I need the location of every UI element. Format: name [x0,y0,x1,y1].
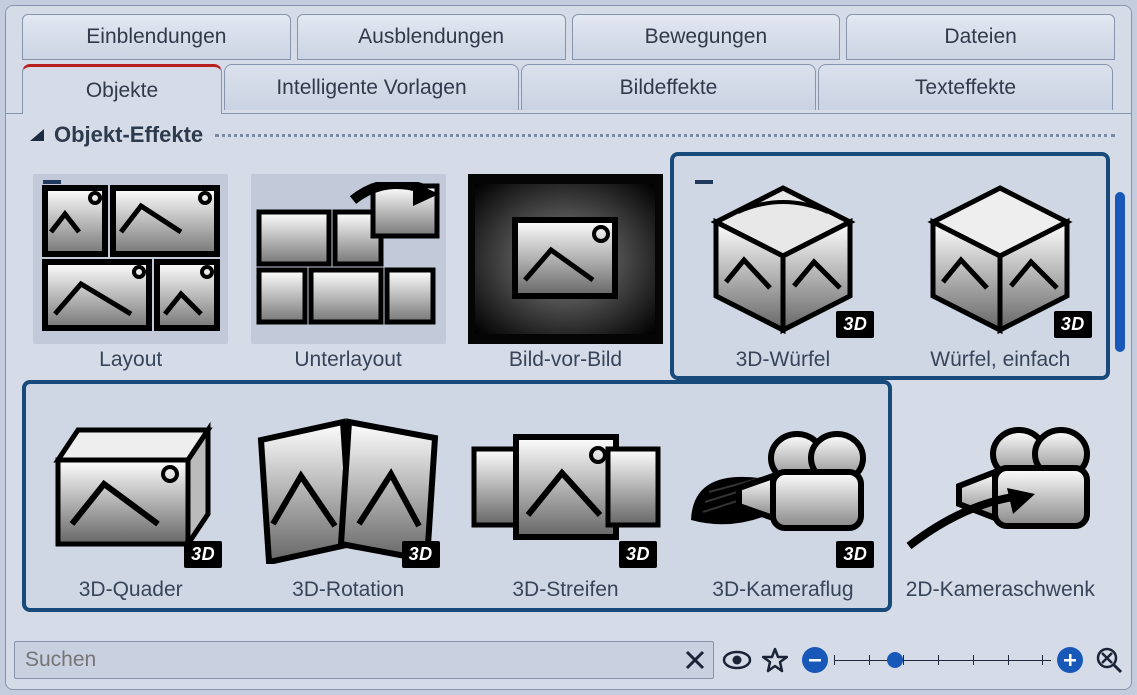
badge-3d: 3D [1054,311,1092,338]
content-area: Layout [6,152,1131,620]
stripes-icon [468,419,663,559]
zoom-control [798,647,1087,673]
effect-label: 3D-Streifen [512,578,618,602]
effect-label: 2D-Kameraschwenk [906,578,1095,602]
tab-objekte[interactable]: Objekte [22,64,222,114]
thumbnail: 3D [685,404,880,574]
effect-label: Würfel, einfach [930,348,1070,372]
tab-label: Intelligente Vorlagen [276,76,466,100]
effect-label: 3D-Rotation [292,578,404,602]
eye-icon[interactable] [722,645,752,675]
search-input[interactable] [25,648,683,672]
scrollbar-thumb[interactable] [1115,192,1125,352]
tab-label: Bildeffekte [620,76,718,100]
tab-label: Objekte [86,79,158,103]
effect-item-unterlayout[interactable]: Unterlayout [239,152,456,378]
pip-icon [475,184,655,334]
tab-label: Dateien [944,25,1016,49]
tab-bewegungen[interactable]: Bewegungen [572,14,841,60]
effect-label: 3D-Würfel [736,348,831,372]
clear-search-icon[interactable] [683,648,707,672]
effect-item-2d-kameraschwenk[interactable]: 2D-Kameraschwenk [892,382,1109,608]
star-icon[interactable] [760,645,790,675]
badge-3d: 3D [619,541,657,568]
search-box[interactable] [14,641,714,679]
zoom-in-button[interactable] [1057,647,1083,673]
tab-label: Einblendungen [86,25,226,49]
tab-label: Ausblendungen [358,25,504,49]
effect-item-3d-streifen[interactable]: 3D 3D-Streifen [457,382,674,608]
zoom-out-button[interactable] [802,647,828,673]
effect-item-3d-kameraflug[interactable]: 3D 3D-Kameraflug [674,382,891,608]
tab-dateien[interactable]: Dateien [846,14,1115,60]
bottom-toolbar [14,639,1123,681]
effect-item-bild-vor-bild[interactable]: Bild-vor-Bild [457,152,674,378]
vertical-scrollbar[interactable] [1113,152,1127,620]
tab-label: Texteffekte [915,76,1016,100]
effect-item-3d-rotation[interactable]: 3D 3D-Rotation [239,382,456,608]
effect-label: Unterlayout [294,348,401,372]
thumbnail [468,174,663,344]
thumbnail [903,404,1098,574]
effect-label: Layout [99,348,162,372]
badge-3d: 3D [402,541,440,568]
effect-label: Bild-vor-Bild [509,348,622,372]
tab-label: Bewegungen [645,25,768,49]
effect-item-3d-quader[interactable]: 3D 3D-Quader [22,382,239,608]
divider-dots [215,134,1115,137]
tab-ausblendungen[interactable]: Ausblendungen [297,14,566,60]
layout-icon [41,184,221,334]
camerapan-icon [903,414,1098,564]
thumbnail: 3D [685,174,880,344]
category-header[interactable]: Objekt-Effekte [6,114,1131,152]
tab-bildeffekte[interactable]: Bildeffekte [521,64,816,110]
thumbnail: 3D [251,404,446,574]
grid-wrapper: Layout [22,152,1109,620]
tab-row-secondary: Objekte Intelligente Vorlagen Bildeffekt… [6,64,1131,114]
effect-item-3d-wuerfel[interactable]: 3D 3D-Würfel [674,152,891,378]
expand-collapse-icon[interactable] [28,127,46,143]
tab-einblendungen[interactable]: Einblendungen [22,14,291,60]
badge-3d: 3D [184,541,222,568]
zoom-slider-knob[interactable] [887,652,903,668]
category-title: Objekt-Effekte [54,122,203,148]
thumbnail [33,174,228,344]
tab-row-primary: Einblendungen Ausblendungen Bewegungen D… [6,6,1131,60]
thumbnail [251,174,446,344]
tab-texteffekte[interactable]: Texteffekte [818,64,1113,110]
thumbnail: 3D [903,174,1098,344]
badge-3d: 3D [836,541,874,568]
thumbnail: 3D [468,404,663,574]
effect-label: 3D-Kameraflug [712,578,853,602]
tab-intelligente-vorlagen[interactable]: Intelligente Vorlagen [224,64,519,110]
effect-item-wuerfel-einfach[interactable]: 3D Würfel, einfach [892,152,1109,378]
effects-panel: Einblendungen Ausblendungen Bewegungen D… [5,5,1132,690]
sublayout-icon [253,182,443,337]
thumbnail: 3D [33,404,228,574]
badge-3d: 3D [836,311,874,338]
collapse-minus-icon[interactable] [43,180,61,184]
reset-zoom-icon[interactable] [1095,646,1123,674]
effect-label: 3D-Quader [79,578,183,602]
effects-grid: Layout [22,152,1109,608]
zoom-slider[interactable] [834,657,1051,663]
collapse-minus-icon[interactable] [695,180,713,184]
effect-item-layout[interactable]: Layout [22,152,239,378]
